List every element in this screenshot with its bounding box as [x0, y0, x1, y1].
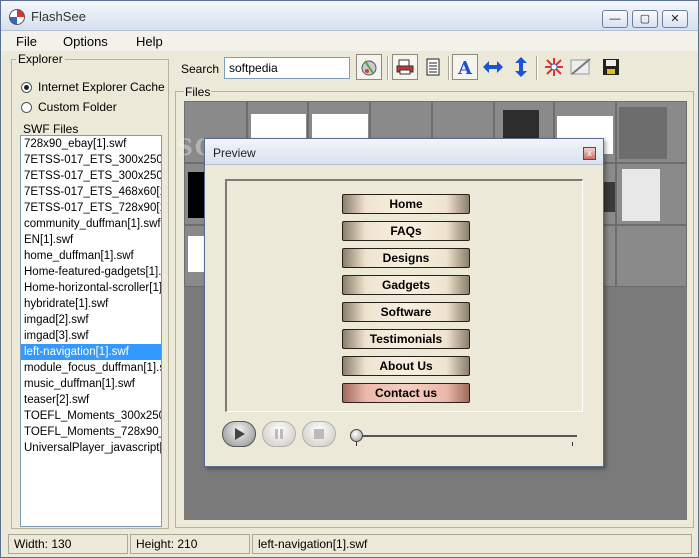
clear-cache-button[interactable] — [356, 54, 382, 80]
thumbnail[interactable] — [616, 225, 687, 287]
list-item[interactable]: 7ETSS-017_ETS_300x250[2 — [21, 168, 161, 184]
status-width: Width: 130 — [8, 534, 128, 554]
vertical-resize-icon — [515, 57, 527, 77]
thumbnail[interactable] — [616, 101, 687, 163]
nav-software-button[interactable]: Software — [342, 302, 470, 322]
document-icon — [426, 58, 440, 76]
nav-gadgets-button[interactable]: Gadgets — [342, 275, 470, 295]
list-item[interactable]: 7ETSS-017_ETS_300x250[1] — [21, 152, 161, 168]
list-item[interactable]: left-navigation[1].swf — [21, 344, 161, 360]
radio-custom-folder-label: Custom Folder — [38, 100, 117, 114]
preview-title: Preview — [213, 146, 256, 160]
preview-close-button[interactable]: x — [583, 147, 596, 160]
status-bar: Width: 130 Height: 210 left-navigation[1… — [1, 532, 698, 557]
window-title: FlashSee — [31, 9, 86, 24]
fit-height-button[interactable] — [508, 54, 534, 80]
list-item[interactable]: Home-horizontal-scroller[1].sw — [21, 280, 161, 296]
save-button[interactable] — [598, 54, 624, 80]
title-bar: FlashSee — ▢ ✕ — [1, 1, 698, 31]
edit-picture-button[interactable] — [568, 54, 594, 80]
stop-icon — [314, 429, 324, 439]
list-item[interactable]: TOEFL_Moments_728x90_v — [21, 424, 161, 440]
nav-designs-button[interactable]: Designs — [342, 248, 470, 268]
print-button[interactable] — [392, 54, 418, 80]
seek-tick — [356, 442, 357, 446]
menu-bar: File Options Help — [1, 31, 698, 51]
list-item[interactable]: UniversalPlayer_javascript[1] — [21, 440, 161, 456]
minimize-button[interactable]: — — [602, 10, 628, 28]
thumbnail-image — [188, 236, 204, 272]
edit-picture-icon — [570, 58, 591, 75]
print-icon — [396, 59, 414, 75]
nav-about-us-button[interactable]: About Us — [342, 356, 470, 376]
status-filename: left-navigation[1].swf — [252, 534, 692, 554]
close-button[interactable]: ✕ — [662, 10, 688, 28]
broom-icon — [361, 60, 377, 76]
list-item[interactable]: 728x90_ebay[1].swf — [21, 136, 161, 152]
toolbar-separator — [387, 56, 389, 80]
list-item[interactable]: community_duffman[1].swf — [21, 216, 161, 232]
nav-faqs-button[interactable]: FAQs — [342, 221, 470, 241]
list-item[interactable]: TOEFL_Moments_300x250_ — [21, 408, 161, 424]
files-group-label: Files — [184, 85, 212, 99]
pause-icon — [275, 429, 283, 439]
search-label: Search — [181, 62, 220, 76]
flashsee-logo-icon — [9, 9, 25, 25]
radio-ie-cache-label: Internet Explorer Cache — [38, 80, 165, 94]
horizontal-resize-icon — [483, 61, 503, 73]
list-item[interactable]: Home-featured-gadgets[1].swf — [21, 264, 161, 280]
preview-title-bar: Preview x — [205, 139, 603, 165]
seek-tick — [572, 442, 573, 446]
swf-files-label: SWF Files — [23, 122, 79, 136]
radio-dot-icon[interactable] — [21, 81, 32, 93]
nav-contact-us-button[interactable]: Contact us — [342, 383, 470, 403]
menu-file[interactable]: File — [16, 34, 37, 49]
list-item[interactable]: 7ETSS-017_ETS_728x90[1] — [21, 200, 161, 216]
nav-home-button[interactable]: Home — [342, 194, 470, 214]
list-item[interactable]: EN[1].swf — [21, 232, 161, 248]
status-height: Height: 210 — [130, 534, 250, 554]
list-item[interactable]: module_focus_duffman[1].sw — [21, 360, 161, 376]
radio-dot-icon[interactable] — [21, 101, 32, 113]
preview-dialog: Preview x Home FAQs Designs Gadgets Soft… — [204, 138, 604, 467]
list-item[interactable]: imgad[2].swf — [21, 312, 161, 328]
search-input[interactable] — [224, 57, 350, 79]
play-button[interactable] — [222, 421, 256, 447]
play-icon — [235, 428, 245, 440]
thumbnail[interactable] — [616, 163, 687, 225]
seek-slider-thumb[interactable] — [350, 429, 363, 442]
menu-help[interactable]: Help — [136, 34, 163, 49]
thumbnail-image — [622, 169, 660, 221]
list-item[interactable]: music_duffman[1].swf — [21, 376, 161, 392]
flash-stage: Home FAQs Designs Gadgets Software Testi… — [225, 179, 583, 412]
toolbar-separator — [536, 56, 538, 80]
toolbar-separator — [448, 56, 450, 80]
maximize-button[interactable]: ▢ — [632, 10, 658, 28]
radio-custom-folder[interactable]: Custom Folder — [21, 100, 117, 114]
fit-width-button[interactable] — [480, 54, 506, 80]
pause-button[interactable] — [262, 421, 296, 447]
explorer-group-label: Explorer — [16, 52, 65, 66]
flash-burst-icon — [545, 58, 563, 76]
document-button[interactable] — [420, 54, 446, 80]
menu-options[interactable]: Options — [63, 34, 108, 49]
swf-file-list[interactable]: 728x90_ebay[1].swf 7ETSS-017_ETS_300x250[… — [20, 135, 162, 527]
stop-button[interactable] — [302, 421, 336, 447]
svg-text:A: A — [457, 58, 473, 77]
font-icon: A — [457, 58, 473, 77]
list-item[interactable]: imgad[3].swf — [21, 328, 161, 344]
save-icon — [603, 59, 619, 75]
list-item[interactable]: hybridrate[1].swf — [21, 296, 161, 312]
nav-testimonials-button[interactable]: Testimonials — [342, 329, 470, 349]
app-window: FlashSee — ▢ ✕ File Options Help Explore… — [0, 0, 699, 558]
flash-button[interactable] — [541, 54, 567, 80]
list-item[interactable]: 7ETSS-017_ETS_468x60[1] — [21, 184, 161, 200]
thumbnail-image — [619, 107, 667, 159]
list-item[interactable]: teaser[2].swf — [21, 392, 161, 408]
font-button[interactable]: A — [452, 54, 478, 80]
list-item[interactable]: home_duffman[1].swf — [21, 248, 161, 264]
radio-ie-cache[interactable]: Internet Explorer Cache — [21, 80, 165, 94]
seek-track[interactable] — [355, 435, 577, 437]
